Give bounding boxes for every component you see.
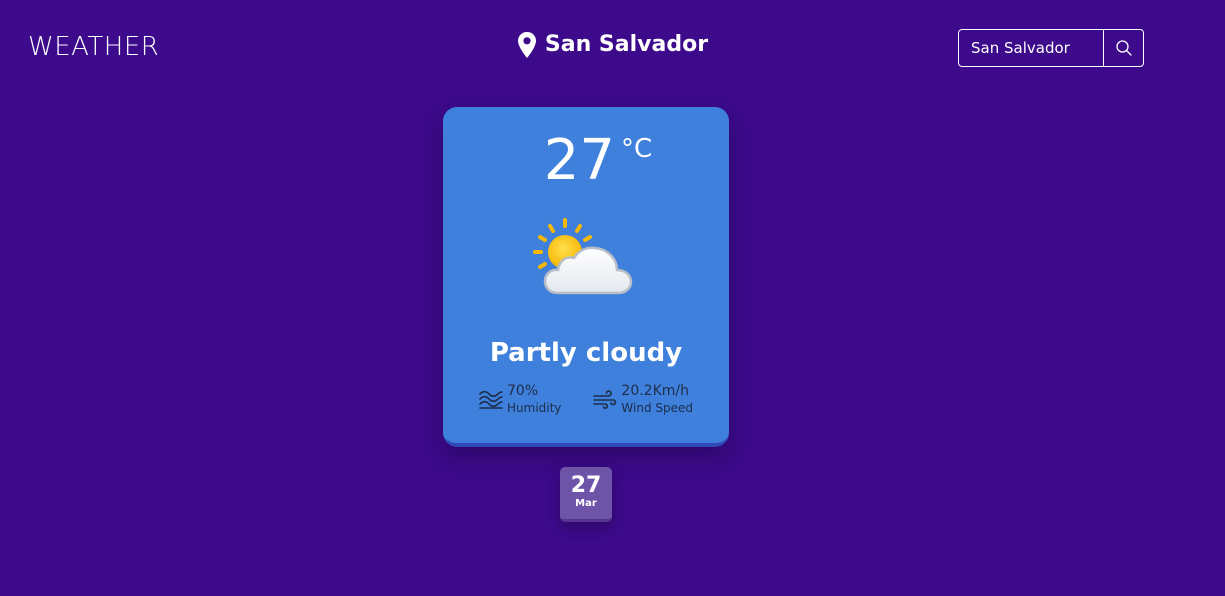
weather-condition: Partly cloudy [489, 338, 683, 368]
location-name: San Salvador [544, 32, 709, 57]
wind-value: 20.2Km/h [621, 383, 690, 399]
forecast-month: Mar [575, 498, 597, 509]
wind-label: Wind Speed [621, 401, 694, 415]
search-button[interactable] [1103, 30, 1143, 66]
temperature: 27 °C [443, 129, 729, 193]
search-icon [1115, 40, 1132, 56]
wind-icon [593, 390, 617, 409]
wind-stat: 20.2Km/h Wind Speed [593, 379, 693, 419]
humidity-label: Humidity [507, 401, 562, 415]
temperature-value: 27 [543, 128, 616, 193]
humidity-stat: 70% Humidity [479, 379, 561, 419]
weather-stats: 70% Humidity 20.2Km/h Wind Speed [479, 379, 719, 419]
humidity-waves-icon [479, 390, 503, 409]
temperature-unit: °C [621, 134, 653, 164]
weather-card: 27 °C Partly cloudy 70% Humidity 20.2Km/… [443, 107, 729, 447]
forecast-day-card[interactable]: 27 Mar [560, 467, 612, 522]
map-pin-icon [517, 32, 536, 58]
partly-cloudy-icon [533, 218, 633, 295]
search-input[interactable] [959, 30, 1103, 66]
forecast-day: 27 [570, 473, 602, 498]
humidity-value: 70% [507, 383, 539, 399]
search-bar [958, 29, 1144, 67]
